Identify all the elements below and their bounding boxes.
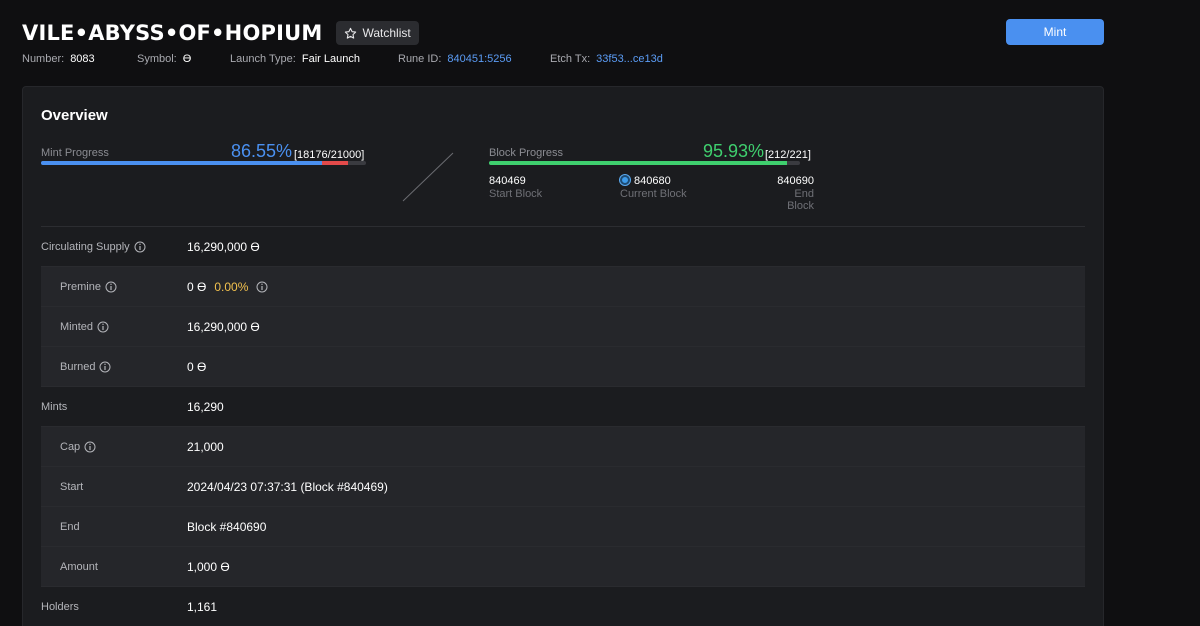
row-minted: Minted 16,290,000 ϴ bbox=[41, 307, 1085, 347]
meta-etch-tx: Etch Tx: 33f53...ce13d bbox=[550, 53, 663, 65]
cap-value: 21,000 bbox=[187, 439, 224, 454]
circulating-supply-text: Circulating Supply bbox=[41, 240, 130, 253]
watchlist-label: Watchlist bbox=[362, 26, 411, 40]
info-icon[interactable] bbox=[97, 321, 109, 333]
row-burned: Burned 0 ϴ bbox=[41, 347, 1085, 387]
start-label: Start bbox=[60, 480, 84, 493]
cap-text: Cap bbox=[60, 440, 81, 453]
watchlist-button[interactable]: Watchlist bbox=[336, 21, 419, 45]
rune-header: VILE•ABYSS•OF•HOPIUM Watchlist Mint Numb… bbox=[22, 18, 1104, 78]
premine-amount: 0 ϴ bbox=[187, 279, 207, 294]
info-icon[interactable] bbox=[256, 281, 268, 293]
mint-button[interactable]: Mint bbox=[1006, 19, 1104, 45]
etch-tx-link[interactable]: 33f53...ce13d bbox=[596, 53, 663, 65]
meta-launch-type: Launch Type: Fair Launch bbox=[230, 53, 398, 65]
minted-label: Minted bbox=[60, 321, 109, 333]
end-label: End bbox=[60, 520, 80, 533]
symbol-label: Symbol: bbox=[137, 53, 177, 65]
symbol-value: ϴ bbox=[182, 53, 192, 65]
overview-card: Overview Mint Progress 86.55% [18176/210… bbox=[22, 86, 1104, 626]
mint-progress-count: [18176/21000] bbox=[294, 149, 365, 161]
burned-text: Burned bbox=[60, 360, 96, 373]
mint-progress-percent: 86.55% bbox=[231, 141, 293, 161]
premine-percent: 0.00% bbox=[214, 279, 249, 294]
meta-number: Number: 8083 bbox=[22, 53, 137, 65]
meta-row: Number: 8083 Symbol: ϴ Launch Type: Fair… bbox=[22, 53, 663, 65]
row-amount: Amount 1,000 ϴ bbox=[41, 547, 1085, 587]
circulating-supply-label: Circulating Supply bbox=[41, 241, 146, 253]
row-end: End Block #840690 bbox=[41, 507, 1085, 547]
info-icon[interactable] bbox=[84, 441, 96, 453]
etch-tx-label: Etch Tx: bbox=[550, 53, 591, 65]
end-block-number: 840690 bbox=[777, 175, 814, 187]
row-holders: Holders 1,161 bbox=[41, 587, 1085, 626]
block-progress-label: Block Progress bbox=[489, 147, 563, 159]
current-block-dot-icon bbox=[620, 175, 630, 185]
row-circulating-supply: Circulating Supply 16,290,000 ϴ bbox=[41, 227, 1085, 267]
end-value: Block #840690 bbox=[187, 519, 267, 534]
mint-progress-fill bbox=[41, 161, 323, 165]
block-progress-count: [212/221] bbox=[765, 149, 811, 161]
row-start: Start 2024/04/23 07:37:31 (Block #840469… bbox=[41, 467, 1085, 507]
launch-type-value: Fair Launch bbox=[301, 53, 360, 65]
mint-progress: Mint Progress 86.55% [18176/21000] bbox=[41, 141, 366, 171]
current-block-label: Current Block bbox=[620, 188, 687, 200]
meta-symbol: Symbol: ϴ bbox=[137, 53, 230, 65]
end-block: 840690 End Block bbox=[765, 175, 814, 212]
start-block: 840469 Start Block bbox=[489, 175, 542, 200]
row-premine: Premine 0 ϴ 0.00% bbox=[41, 267, 1085, 307]
amount-value: 1,000 ϴ bbox=[187, 559, 230, 574]
block-progress: Block Progress 95.93% [212/221] bbox=[489, 141, 814, 171]
block-progress-track bbox=[489, 161, 800, 165]
burned-value: 0 ϴ bbox=[187, 359, 207, 374]
block-progress-fill bbox=[489, 161, 788, 165]
minted-text: Minted bbox=[60, 320, 94, 333]
row-mints: Mints 16,290 bbox=[41, 387, 1085, 427]
circulating-supply-value: 16,290,000 ϴ bbox=[187, 239, 260, 254]
mints-value: 16,290 bbox=[187, 399, 224, 414]
start-value: 2024/04/23 07:37:31 (Block #840469) bbox=[187, 479, 388, 494]
burned-label: Burned bbox=[60, 361, 111, 373]
rune-name: VILE•ABYSS•OF•HOPIUM bbox=[22, 21, 323, 45]
rune-id-link[interactable]: 840451:5256 bbox=[447, 53, 511, 65]
info-icon[interactable] bbox=[105, 281, 117, 293]
details-table: Circulating Supply 16,290,000 ϴ Premine … bbox=[41, 227, 1085, 626]
rune-id-label: Rune ID: bbox=[398, 53, 442, 65]
info-icon[interactable] bbox=[134, 241, 146, 253]
star-icon bbox=[345, 27, 357, 39]
cap-label: Cap bbox=[60, 441, 96, 453]
mint-progress-label: Mint Progress bbox=[41, 147, 109, 159]
premine-text: Premine bbox=[60, 280, 101, 293]
mints-label: Mints bbox=[41, 400, 68, 413]
current-block: 840680 Current Block bbox=[620, 175, 687, 200]
number-value: 8083 bbox=[70, 53, 95, 65]
start-block-number: 840469 bbox=[489, 175, 526, 187]
minted-value: 16,290,000 ϴ bbox=[187, 319, 260, 334]
mint-progress-track bbox=[41, 161, 366, 165]
premine-value: 0 ϴ 0.00% bbox=[187, 280, 268, 294]
end-block-label: End Block bbox=[787, 188, 814, 212]
current-block-row: 840680 bbox=[620, 175, 687, 187]
info-icon[interactable] bbox=[99, 361, 111, 373]
block-progress-percent: 95.93% bbox=[703, 141, 765, 161]
overview-title: Overview bbox=[41, 107, 108, 124]
holders-value: 1,161 bbox=[187, 599, 218, 614]
title-row: VILE•ABYSS•OF•HOPIUM Watchlist bbox=[22, 18, 1104, 48]
current-block-number: 840680 bbox=[634, 175, 671, 187]
meta-rune-id: Rune ID: 840451:5256 bbox=[398, 53, 550, 65]
premine-label: Premine bbox=[60, 281, 117, 293]
number-label: Number: bbox=[22, 53, 65, 65]
mint-progress-overflow bbox=[322, 161, 349, 165]
progress-divider bbox=[402, 152, 454, 202]
holders-label: Holders bbox=[41, 600, 79, 613]
start-block-label: Start Block bbox=[489, 188, 543, 200]
launch-type-label: Launch Type: bbox=[230, 53, 296, 65]
amount-label: Amount bbox=[60, 560, 98, 573]
row-cap: Cap 21,000 bbox=[41, 427, 1085, 467]
